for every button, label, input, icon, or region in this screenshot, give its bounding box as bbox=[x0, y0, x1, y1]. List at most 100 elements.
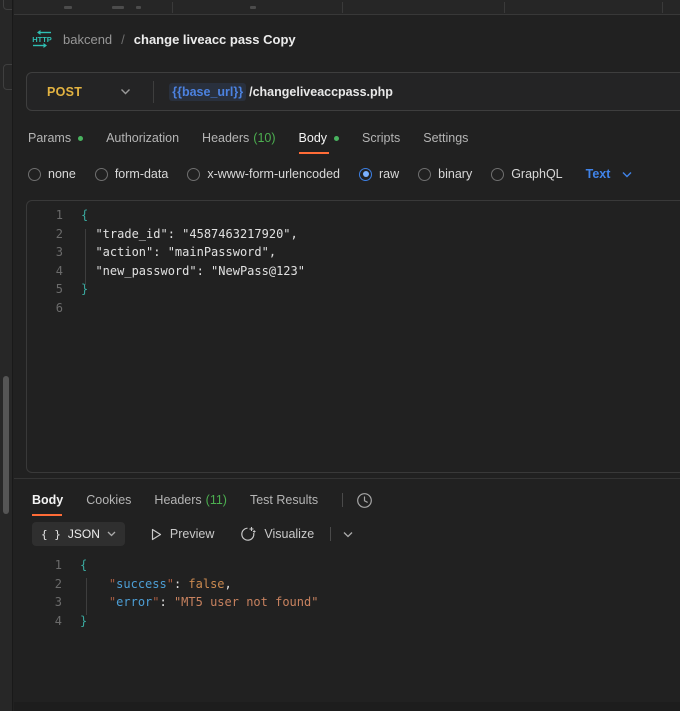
radio-icon[interactable] bbox=[418, 168, 431, 181]
env-variable-chip[interactable]: {{base_url}} bbox=[169, 83, 246, 101]
more-options-chevron-icon[interactable] bbox=[343, 531, 353, 538]
green-dot-indicator bbox=[78, 136, 83, 141]
code-line: 1{ bbox=[26, 556, 680, 575]
tabs-divider bbox=[342, 493, 343, 507]
visualize-button[interactable]: Visualize bbox=[240, 526, 314, 542]
tab-label: Body bbox=[32, 493, 63, 507]
radio-label: raw bbox=[379, 167, 399, 181]
body-mode-options: none form-data x-www-form-urlencoded raw bin… bbox=[28, 159, 632, 189]
response-tab-cookies[interactable]: Cookies bbox=[86, 485, 131, 515]
format-label: JSON bbox=[68, 527, 100, 541]
radio-label: none bbox=[48, 167, 76, 181]
preview-button[interactable]: Preview bbox=[151, 527, 214, 541]
response-tab-test-results[interactable]: Test Results bbox=[250, 485, 318, 515]
app-window: HTTP bakcend / change liveacc pass Copy … bbox=[0, 0, 680, 711]
green-dot-indicator bbox=[334, 136, 339, 141]
radio-icon[interactable] bbox=[28, 168, 41, 181]
tab-text-remnant bbox=[112, 6, 124, 9]
history-clock-icon[interactable] bbox=[356, 492, 373, 509]
http-request-icon: HTTP bbox=[30, 30, 54, 48]
url-path-text: /changeliveaccpass.php bbox=[249, 85, 393, 99]
body-mode-raw[interactable]: raw bbox=[359, 167, 399, 181]
active-tab-underline bbox=[32, 514, 62, 516]
radio-icon[interactable] bbox=[95, 168, 108, 181]
sidebar-icon-partial[interactable] bbox=[3, 64, 13, 90]
line-number: 3 bbox=[27, 243, 63, 262]
radio-icon[interactable] bbox=[359, 168, 372, 181]
request-url-bar: POST {{base_url}} /changeliveaccpass.php bbox=[26, 72, 680, 111]
tab-divider bbox=[504, 2, 505, 13]
response-tabs: Body Cookies Headers (11) Test Results bbox=[32, 486, 373, 514]
url-bar-divider bbox=[153, 81, 154, 103]
tab-label: Cookies bbox=[86, 493, 131, 507]
line-number: 3 bbox=[26, 593, 62, 612]
tab-label: Settings bbox=[423, 131, 468, 145]
body-mode-none[interactable]: none bbox=[28, 167, 76, 181]
active-tab-underline bbox=[299, 152, 329, 154]
body-mode-binary[interactable]: binary bbox=[418, 167, 472, 181]
radio-label: binary bbox=[438, 167, 472, 181]
tab-text-remnant bbox=[250, 6, 256, 9]
line-number: 2 bbox=[27, 225, 63, 244]
tab-settings[interactable]: Settings bbox=[423, 123, 468, 153]
tab-params[interactable]: Params bbox=[28, 123, 83, 153]
indent-guide bbox=[85, 229, 86, 285]
line-number: 6 bbox=[27, 299, 63, 318]
tab-label: Body bbox=[299, 131, 328, 145]
tab-label: Test Results bbox=[250, 493, 318, 507]
request-title[interactable]: change liveacc pass Copy bbox=[134, 32, 296, 47]
code-line: 1{ bbox=[27, 206, 680, 225]
raw-language-selector[interactable]: Text bbox=[586, 167, 633, 181]
bottom-strip bbox=[14, 702, 680, 711]
radio-icon[interactable] bbox=[187, 168, 200, 181]
tab-label: Authorization bbox=[106, 131, 179, 145]
body-mode-x-www-form-urlencoded[interactable]: x-www-form-urlencoded bbox=[187, 167, 340, 181]
line-number: 4 bbox=[27, 262, 63, 281]
breadcrumb-collection[interactable]: bakcend bbox=[63, 32, 112, 47]
line-number: 1 bbox=[27, 206, 63, 225]
request-body-editor[interactable]: 1{2 "trade_id": "4587463217920",3 "actio… bbox=[26, 200, 680, 473]
method-chevron-icon[interactable] bbox=[120, 88, 131, 95]
tab-label: Scripts bbox=[362, 131, 400, 145]
tab-divider bbox=[342, 2, 343, 13]
tab-count-badge: (11) bbox=[206, 493, 227, 507]
sparkle-circle-icon bbox=[240, 526, 256, 542]
code-line: 3 "action": "mainPassword", bbox=[27, 243, 680, 262]
body-mode-graphql[interactable]: GraphQL bbox=[491, 167, 562, 181]
code-line: 3 "error": "MT5 user not found" bbox=[26, 593, 680, 612]
breadcrumb: HTTP bakcend / change liveacc pass Copy bbox=[30, 29, 296, 49]
url-input[interactable]: {{base_url}} /changeliveaccpass.php bbox=[169, 83, 393, 101]
chevron-down-icon bbox=[622, 171, 632, 178]
response-body-viewer[interactable]: 1{2 "success": false,3 "error": "MT5 use… bbox=[26, 551, 680, 630]
response-toolbar: { } JSON Preview Visualize bbox=[32, 521, 353, 547]
request-tabs: Params Authorization Headers(10) Body Script… bbox=[28, 123, 468, 153]
sidebar-icon-partial[interactable] bbox=[3, 0, 13, 10]
response-format-selector[interactable]: { } JSON bbox=[32, 522, 125, 546]
body-mode-form-data[interactable]: form-data bbox=[95, 167, 169, 181]
tab-scripts[interactable]: Scripts bbox=[362, 123, 400, 153]
line-number: 4 bbox=[26, 612, 62, 631]
response-tab-body[interactable]: Body bbox=[32, 485, 63, 515]
play-icon bbox=[151, 528, 162, 541]
tab-body[interactable]: Body bbox=[299, 123, 340, 153]
code-line: 2 "success": false, bbox=[26, 575, 680, 594]
rail-scrollbar[interactable] bbox=[3, 376, 9, 514]
tab-authorization[interactable]: Authorization bbox=[106, 123, 179, 153]
code-line: 6 bbox=[27, 299, 680, 318]
line-number: 2 bbox=[26, 575, 62, 594]
method-selector[interactable]: POST bbox=[47, 85, 82, 99]
radio-label: form-data bbox=[115, 167, 169, 181]
line-number: 5 bbox=[27, 280, 63, 299]
tab-divider bbox=[662, 2, 663, 13]
code-line: 4} bbox=[26, 612, 680, 631]
svg-text:HTTP: HTTP bbox=[32, 35, 52, 44]
tab-count-badge: (10) bbox=[253, 131, 275, 145]
tab-text-remnant bbox=[64, 6, 72, 9]
tab-label: Headers bbox=[154, 493, 201, 507]
response-tab-headers[interactable]: Headers (11) bbox=[154, 485, 227, 515]
radio-label: x-www-form-urlencoded bbox=[207, 167, 340, 181]
tab-headers[interactable]: Headers(10) bbox=[202, 123, 275, 153]
code-line: 2 "trade_id": "4587463217920", bbox=[27, 225, 680, 244]
radio-icon[interactable] bbox=[491, 168, 504, 181]
left-rail bbox=[0, 0, 13, 711]
